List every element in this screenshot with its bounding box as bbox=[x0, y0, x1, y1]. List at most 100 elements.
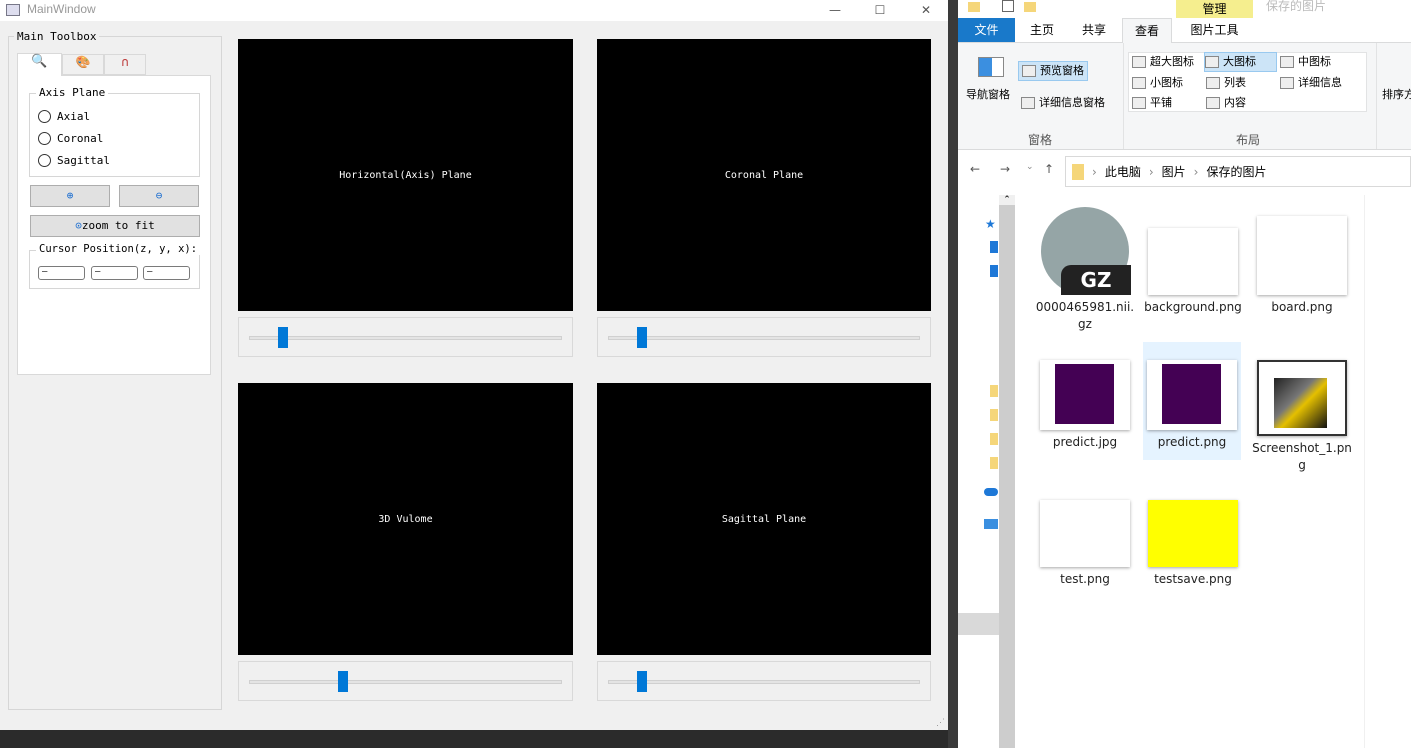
zoom-icon: 🔍 bbox=[31, 54, 48, 69]
zoom-in-button[interactable]: ⊕ bbox=[30, 185, 110, 207]
sort-button[interactable]: 排序方 bbox=[1382, 85, 1411, 105]
cursor-y-field[interactable]: — bbox=[91, 266, 138, 280]
layout-extra-large[interactable]: 超大图标 bbox=[1132, 52, 1194, 72]
properties-icon[interactable] bbox=[1002, 0, 1014, 12]
coronal-view[interactable]: Coronal Plane bbox=[597, 39, 931, 311]
layout-medium[interactable]: 中图标 bbox=[1280, 52, 1331, 72]
cursor-position-title: Cursor Position(z, y, x): bbox=[36, 243, 201, 255]
file-item-selected[interactable]: predict.png bbox=[1143, 342, 1241, 460]
paint-icon: 🎨 bbox=[75, 55, 91, 69]
back-button[interactable]: ← bbox=[970, 162, 980, 176]
layout-details[interactable]: 详细信息 bbox=[1280, 73, 1342, 93]
zoom-out-icon: ⊖ bbox=[155, 189, 163, 202]
layout-group-label: 布局 bbox=[1236, 133, 1261, 147]
breadcrumb-item[interactable]: 图片 bbox=[1162, 163, 1186, 180]
tab-home[interactable]: 主页 bbox=[1021, 18, 1063, 42]
view-label: Sagittal Plane bbox=[721, 513, 807, 525]
ribbon: 导航窗格 预览窗格 详细信息窗格 窗格 超大图标 大图标 中图标 小图标 列表 … bbox=[958, 42, 1411, 150]
tab-paint[interactable]: 🎨 bbox=[62, 54, 104, 75]
layout-label: 详细信息 bbox=[1298, 76, 1342, 89]
radio-label: Sagittal bbox=[57, 153, 110, 167]
layout-label: 超大图标 bbox=[1150, 55, 1194, 68]
layout-list[interactable]: 列表 bbox=[1206, 73, 1246, 93]
tab-share[interactable]: 共享 bbox=[1073, 18, 1115, 42]
radio-label: Coronal bbox=[57, 131, 104, 145]
details-pane-label: 详细信息窗格 bbox=[1039, 96, 1105, 109]
layout-label: 平铺 bbox=[1150, 96, 1172, 109]
file-grid: GZ 0000465981.nii.gz background.png ​boa… bbox=[1015, 195, 1365, 748]
main-window: MainWindow — ☐ ✕ Main Toolbox 🔍 🎨 ∩ Axis… bbox=[0, 0, 948, 730]
radio-sagittal[interactable]: Sagittal bbox=[38, 149, 110, 171]
this-pc-icon[interactable] bbox=[984, 519, 998, 529]
file-item[interactable]: test.png bbox=[1035, 500, 1135, 588]
preview-pane-button[interactable]: 预览窗格 bbox=[1018, 61, 1088, 81]
view-label: 3D Vulome bbox=[378, 513, 433, 525]
nav-pane-button[interactable]: 导航窗格 bbox=[966, 85, 1010, 105]
context-tab-group: 管理 bbox=[1176, 0, 1253, 18]
tab-picture-tools[interactable]: 图片工具 bbox=[1176, 18, 1253, 42]
slider-handle[interactable] bbox=[637, 327, 648, 348]
sagittal-view[interactable]: Sagittal Plane bbox=[597, 383, 931, 655]
layout-label: 列表 bbox=[1224, 76, 1246, 89]
radio-axial[interactable]: Axial bbox=[38, 105, 110, 127]
quick-access-icon[interactable]: ★ bbox=[985, 217, 996, 231]
address-row: ← → ⌄ ↑ › 此电脑 › 图片 › 保存的图片 bbox=[958, 150, 1411, 190]
app-icon bbox=[6, 4, 20, 16]
view-label: Coronal Plane bbox=[724, 169, 804, 181]
resize-grip[interactable]: ⋰ bbox=[936, 718, 945, 728]
layout-label: 小图标 bbox=[1150, 76, 1183, 89]
file-explorer: 管理 保存的图片 导航窗格 预览窗格 详细信息窗格 窗格 超大图标 大图标 中图… bbox=[958, 0, 1411, 748]
minimize-button[interactable]: — bbox=[820, 0, 850, 21]
axial-slider[interactable] bbox=[238, 317, 573, 357]
file-item[interactable]: ​board.png bbox=[1252, 207, 1352, 316]
folder-icon bbox=[1072, 163, 1084, 180]
cursor-z-field[interactable]: — bbox=[38, 266, 85, 280]
file-item[interactable]: GZ 0000465981.nii.gz bbox=[1035, 207, 1135, 333]
sagittal-slider[interactable] bbox=[597, 661, 931, 701]
breadcrumb-item[interactable]: 保存的图片 bbox=[1206, 163, 1266, 180]
nav-scrollbar[interactable]: ⌃ bbox=[999, 195, 1015, 748]
file-item[interactable]: testsave.png bbox=[1143, 500, 1243, 588]
explorer-title: 保存的图片 bbox=[1266, 0, 1327, 13]
magnet-icon: ∩ bbox=[121, 55, 129, 69]
close-button[interactable]: ✕ bbox=[911, 0, 941, 21]
layout-small[interactable]: 小图标 bbox=[1132, 73, 1183, 93]
zoom-out-button[interactable]: ⊖ bbox=[119, 185, 199, 207]
forward-button[interactable]: → bbox=[1000, 162, 1010, 176]
zoom-to-fit-button[interactable]: ⊙zoom to fit bbox=[30, 215, 200, 237]
new-folder-icon[interactable] bbox=[1024, 2, 1036, 12]
layout-large[interactable]: 大图标 bbox=[1204, 52, 1277, 72]
radio-coronal[interactable]: Coronal bbox=[38, 127, 110, 149]
cursor-x-field[interactable]: — bbox=[143, 266, 190, 280]
details-pane-button[interactable]: 详细信息窗格 bbox=[1021, 93, 1105, 113]
zoom-in-icon: ⊕ bbox=[66, 189, 74, 202]
address-bar[interactable]: › 此电脑 › 图片 › 保存的图片 bbox=[1065, 156, 1411, 187]
maximize-button[interactable]: ☐ bbox=[865, 0, 895, 21]
slider-handle[interactable] bbox=[637, 671, 648, 692]
slider-handle[interactable] bbox=[278, 327, 289, 348]
layout-content[interactable]: 内容 bbox=[1206, 93, 1246, 113]
tab-view[interactable]: 查看 bbox=[1122, 18, 1172, 43]
nav-pane-icon bbox=[978, 57, 1004, 77]
3d-slider[interactable] bbox=[238, 661, 573, 701]
selected-nav-item[interactable] bbox=[958, 613, 999, 635]
layout-tiles[interactable]: 平铺 bbox=[1132, 93, 1172, 113]
file-item[interactable]: background.png bbox=[1143, 207, 1243, 316]
coronal-slider[interactable] bbox=[597, 317, 931, 357]
tab-zoom[interactable]: 🔍 bbox=[17, 53, 62, 76]
tab-file[interactable]: 文件 bbox=[958, 18, 1015, 42]
file-item[interactable]: predict.jpg bbox=[1035, 360, 1135, 451]
title-bar: MainWindow — ☐ ✕ bbox=[0, 0, 948, 21]
slider-handle[interactable] bbox=[337, 671, 348, 692]
onedrive-icon[interactable] bbox=[984, 488, 998, 496]
pane-group-label: 窗格 bbox=[1028, 133, 1053, 147]
3d-view[interactable]: 3D Vulome bbox=[238, 383, 573, 655]
layout-label: 内容 bbox=[1224, 96, 1246, 109]
recent-dropdown[interactable]: ⌄ bbox=[1026, 162, 1034, 172]
tab-magnet[interactable]: ∩ bbox=[104, 54, 146, 75]
up-button[interactable]: ↑ bbox=[1044, 162, 1054, 176]
file-name: Screenshot_1.png bbox=[1252, 441, 1352, 472]
breadcrumb-item[interactable]: 此电脑 bbox=[1105, 163, 1141, 180]
axial-view[interactable]: Horizontal(Axis) Plane bbox=[238, 39, 573, 311]
file-item[interactable]: Screenshot_1.png bbox=[1252, 360, 1352, 474]
